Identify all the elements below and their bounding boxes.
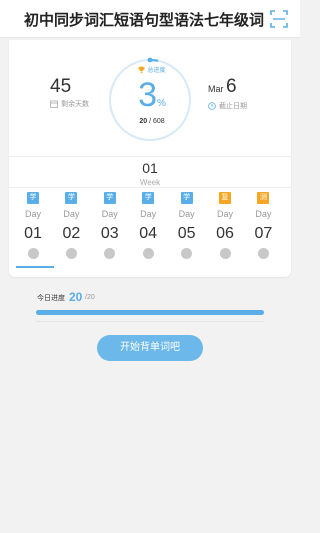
deadline-label: 截止日期 bbox=[219, 103, 247, 110]
clock-icon bbox=[208, 102, 216, 110]
check-icon bbox=[142, 248, 154, 259]
day-selector: 学 Day 01 学 Day 02 学 Day 03 学 Day 04 学 Day 05 复 Day 06 测 Day… bbox=[15, 192, 285, 272]
check-icon bbox=[104, 248, 116, 259]
check-icon bbox=[257, 248, 269, 259]
start-learning-button[interactable]: 开始背单词吧 bbox=[97, 335, 203, 361]
day-number: 03 bbox=[100, 225, 119, 242]
day-number: 06 bbox=[216, 225, 234, 242]
deadline-month: Mar bbox=[208, 84, 224, 94]
day-label: Day bbox=[216, 209, 233, 219]
day-label: Day bbox=[255, 209, 272, 219]
day-number: 04 bbox=[139, 225, 158, 242]
day-item-03[interactable]: 学 Day 03 bbox=[92, 192, 128, 259]
week-label: Week bbox=[139, 178, 161, 187]
days-remaining-stat: 45 剩余天数 bbox=[50, 77, 110, 109]
day-type-badge: 学 bbox=[103, 192, 116, 204]
day-item-07[interactable]: 测 Day 07 bbox=[245, 192, 281, 259]
overall-progress-label: 总进度 bbox=[131, 65, 173, 74]
today-progress-total: /20 bbox=[85, 294, 95, 301]
day-label: Day bbox=[101, 209, 118, 219]
today-progress-bar bbox=[36, 310, 264, 315]
today-progress-value: 20 bbox=[69, 290, 83, 304]
day-type-badge: 学 bbox=[142, 192, 155, 204]
check-icon bbox=[219, 248, 231, 259]
day-number: 01 bbox=[24, 225, 42, 242]
today-progress-fill bbox=[36, 310, 264, 315]
day-item-06[interactable]: 复 Day 06 bbox=[207, 192, 243, 259]
day-item-05[interactable]: 学 Day 05 bbox=[169, 192, 205, 259]
day-label: Day bbox=[63, 209, 80, 219]
day-label: Day bbox=[140, 209, 157, 219]
day-item-04[interactable]: 学 Day 04 bbox=[130, 192, 166, 259]
check-icon bbox=[181, 248, 193, 259]
day-number: 07 bbox=[254, 225, 273, 242]
deadline-stat: Mar 6 截止日期 bbox=[208, 77, 278, 111]
check-icon bbox=[65, 248, 77, 259]
day-type-badge: 学 bbox=[180, 192, 193, 204]
calendar-icon bbox=[50, 100, 58, 108]
days-remaining-value: 45 bbox=[50, 76, 72, 97]
day-type-badge: 学 bbox=[65, 192, 78, 204]
divider bbox=[9, 187, 291, 188]
day-number: 02 bbox=[62, 225, 81, 242]
day-number: 05 bbox=[177, 225, 196, 242]
top-bar: 初中同步词汇短语句型语法七年级词汇 bbox=[0, 0, 300, 38]
selected-day-indicator bbox=[16, 266, 54, 268]
day-label: Day bbox=[178, 209, 195, 219]
divider bbox=[36, 321, 264, 322]
overall-percent: 3% bbox=[138, 76, 166, 114]
day-item-01[interactable]: 学 Day 01 bbox=[15, 192, 51, 259]
deadline-day: 6 bbox=[226, 76, 237, 97]
day-type-badge: 学 bbox=[27, 192, 39, 204]
trophy-icon bbox=[138, 66, 146, 73]
check-icon bbox=[27, 248, 39, 259]
page-title: 初中同步词汇短语句型语法七年级词汇 bbox=[24, 12, 264, 29]
scan-icon[interactable] bbox=[270, 10, 288, 28]
today-progress-label: 今日进度 bbox=[37, 295, 65, 302]
week-number: 01 bbox=[142, 160, 158, 176]
day-label: Day bbox=[24, 209, 41, 219]
words-learned-count: 20 / 608 bbox=[139, 118, 165, 125]
day-type-badge: 复 bbox=[219, 192, 231, 204]
days-remaining-label: 剩余天数 bbox=[61, 101, 89, 108]
day-item-02[interactable]: 学 Day 02 bbox=[53, 192, 89, 259]
divider bbox=[9, 156, 291, 157]
day-type-badge: 测 bbox=[257, 192, 270, 204]
